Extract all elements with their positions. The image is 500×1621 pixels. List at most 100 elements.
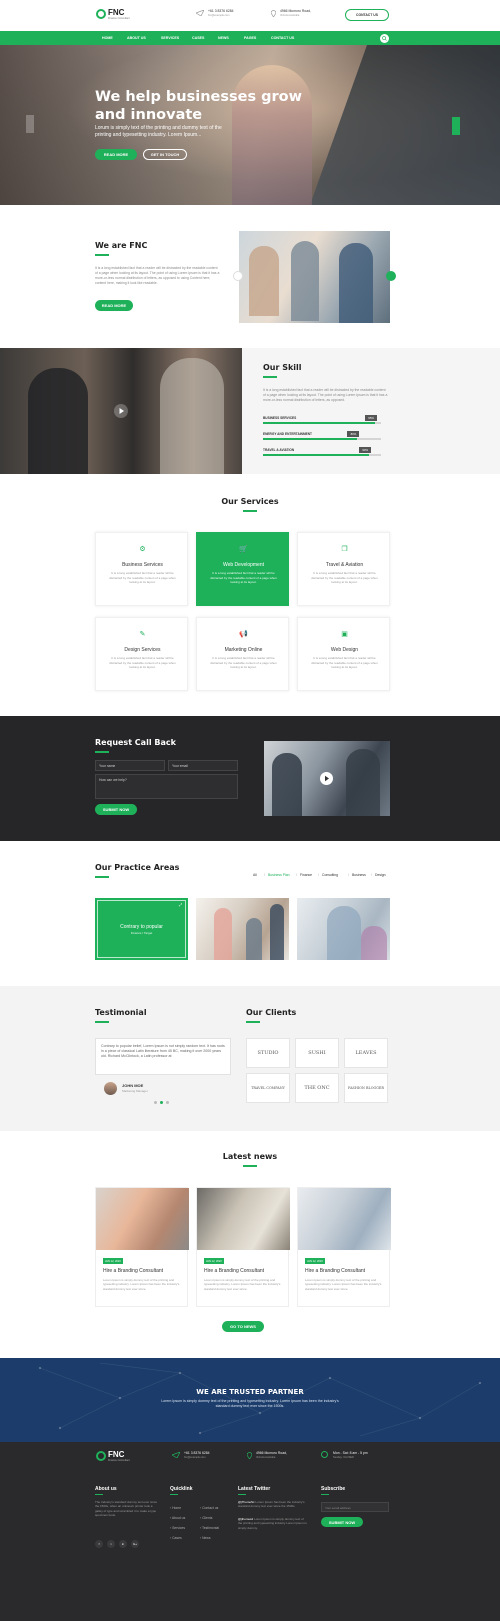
news-section: Latest news GO TO NEWS JAN 12, 2023 Hire … [0,1131,500,1358]
nav-item-pages[interactable]: PAGES [244,36,256,40]
practice-filter[interactable]: Business Plan [268,873,290,877]
about-next-arrow[interactable] [386,271,396,281]
quicklink[interactable]: › Clients [200,1516,212,1520]
callback-message-input[interactable]: How can we help? [95,774,238,799]
service-card[interactable]: ⚙ Business Services It is a long establish… [95,532,188,606]
testimonial-dot-1[interactable] [154,1101,157,1104]
service-card[interactable]: 🛒 Web Development It is a long established… [196,532,289,606]
service-name: Web Design [330,647,359,653]
news-card[interactable]: JAN 12, 2023 Hire a Branding Consultant Lo… [297,1187,391,1307]
nav-item-news[interactable]: NEWS [218,36,229,40]
footer-email[interactable]: fnc@example.com [184,1456,206,1459]
service-card[interactable]: ▣ Web Design It is a long established fact… [297,617,390,691]
clock-icon [321,1451,328,1458]
quicklink[interactable]: › Home [170,1506,181,1510]
news-text: Lorem Ipsum is simply dummy text of the … [204,1278,281,1291]
practice-filter[interactable]: Finance [300,873,312,877]
logo-icon[interactable] [96,9,106,19]
social-icon[interactable]: in [119,1540,127,1548]
tweet-1-user[interactable]: @jThemeSc [238,1500,255,1504]
get-in-touch-button[interactable]: GET IN TOUCH [143,149,187,160]
client-logo[interactable]: TRAVEL COMPANY [246,1073,290,1103]
about-prev-arrow[interactable] [233,271,243,281]
subscribe-submit-button[interactable]: SUBMIT NOW [321,1517,363,1527]
skill-fill [263,454,370,456]
testimonial-dot-2[interactable] [160,1101,163,1104]
news-text: Lorem Ipsum is simply dummy text of the … [305,1278,382,1291]
social-icon[interactable]: f [95,1540,103,1548]
clients-title-underline [246,1021,260,1023]
practice-card-2[interactable] [196,898,289,960]
partner-text-line2: standard dummy text ever since the 1500s… [215,1404,285,1408]
go-to-news-button[interactable]: GO TO NEWS [222,1321,264,1332]
client-logo[interactable]: SUSHI [295,1038,339,1068]
news-card[interactable]: JAN 12, 2023 Hire a Branding Consultant Lo… [95,1187,189,1307]
footer-address: 4966 Mumoro Road, [256,1451,287,1455]
clients-title: Our Clients [246,1008,297,1017]
filter-separator: / [348,873,349,877]
email[interactable]: fnc@example.com [208,14,230,17]
client-logo[interactable]: LEAVES [344,1038,388,1068]
contact-us-button[interactable]: CONTACT US [345,9,389,21]
quicklink[interactable]: › Services [170,1526,185,1530]
social-icon[interactable]: t [107,1540,115,1548]
client-logo[interactable]: FASHION BLOGGER [344,1073,388,1103]
callback-name-input[interactable]: Your name [95,760,165,771]
quicklink[interactable]: › About us [170,1516,185,1520]
testimonial-dot-3[interactable] [166,1101,169,1104]
news-title[interactable]: Hire a Branding Consultant [305,1268,365,1274]
logo-text[interactable]: FNC [108,8,124,17]
practice-card-active[interactable]: ⤢ Contrary to popular Finance / Target [95,898,188,960]
nav-item-cases[interactable]: CASES [192,36,204,40]
client-logo-text: SUSHI [308,1050,326,1056]
service-card[interactable]: ❐ Travel & Aviation It is a long establish… [297,532,390,606]
callback-play-button[interactable] [320,772,333,785]
footer: FNC Finance Consultant +61 3 8376 6284 f… [0,1442,500,1621]
nav-item-services[interactable]: SERVICES [161,36,179,40]
search-icon[interactable] [380,33,389,43]
practice-filter[interactable]: All [253,873,257,877]
tweet-2-user[interactable]: @jthemes2 [238,1517,253,1521]
expand-icon[interactable]: ⤢ [179,902,182,907]
skill-fill [263,438,358,440]
practice-filter[interactable]: Business [352,873,366,877]
news-title[interactable]: Hire a Branding Consultant [204,1268,264,1274]
news-title[interactable]: Hire a Branding Consultant [103,1268,163,1274]
service-text: It is a long established fact that a rea… [210,656,277,670]
client-logo[interactable]: STUDIO [246,1038,290,1068]
practice-title: Our Practice Areas [95,863,180,872]
practice-person-2 [246,918,262,960]
quicklink[interactable]: › Contact us [200,1506,218,1510]
services-title: Our Services [221,497,279,506]
callback-email-input[interactable]: Your email [168,760,238,771]
about-read-more-button[interactable]: READ MORE [95,300,133,311]
client-logo[interactable]: THE ONC [295,1073,339,1103]
hero-next-arrow[interactable] [452,117,460,135]
practice-filter[interactable]: Design [375,873,386,877]
nav-item-home[interactable]: HOME [102,36,113,40]
nav-item-about[interactable]: ABOUT US [127,36,146,40]
footer-quick-title: Quicklink [170,1486,193,1492]
subscribe-email-input[interactable]: Your email address [321,1502,389,1512]
about-image [239,231,390,323]
social-icon[interactable]: G+ [131,1540,139,1548]
practice-card-3[interactable] [297,898,390,960]
nav-item-contact[interactable]: CONTACT US [271,36,294,40]
footer-logo-text[interactable]: FNC [108,1450,124,1459]
service-card[interactable]: 📢 Marketing Online It is a long establishe… [196,617,289,691]
quicklink[interactable]: › Cases [170,1536,182,1540]
read-more-button[interactable]: READ MORE [95,149,137,160]
footer-send-icon [171,1451,181,1459]
footer-logo-icon[interactable] [96,1451,106,1461]
hero-prev-arrow[interactable] [26,115,34,133]
footer-hours: Mon - Sat: 8 am - 5 pm [333,1451,368,1455]
service-card[interactable]: ✎ Design Services It is a long established… [95,617,188,691]
news-card[interactable]: JAN 12, 2023 Hire a Branding Consultant Lo… [196,1187,290,1307]
service-name: Design Services [124,647,161,653]
play-button[interactable] [114,404,128,418]
quicklink[interactable]: › Testimonial [200,1526,219,1530]
practice-filter[interactable]: Consulting [322,873,338,877]
quicklink[interactable]: › News [200,1536,211,1540]
location-icon [270,10,277,18]
callback-submit-button[interactable]: SUBMIT NOW [95,804,137,815]
